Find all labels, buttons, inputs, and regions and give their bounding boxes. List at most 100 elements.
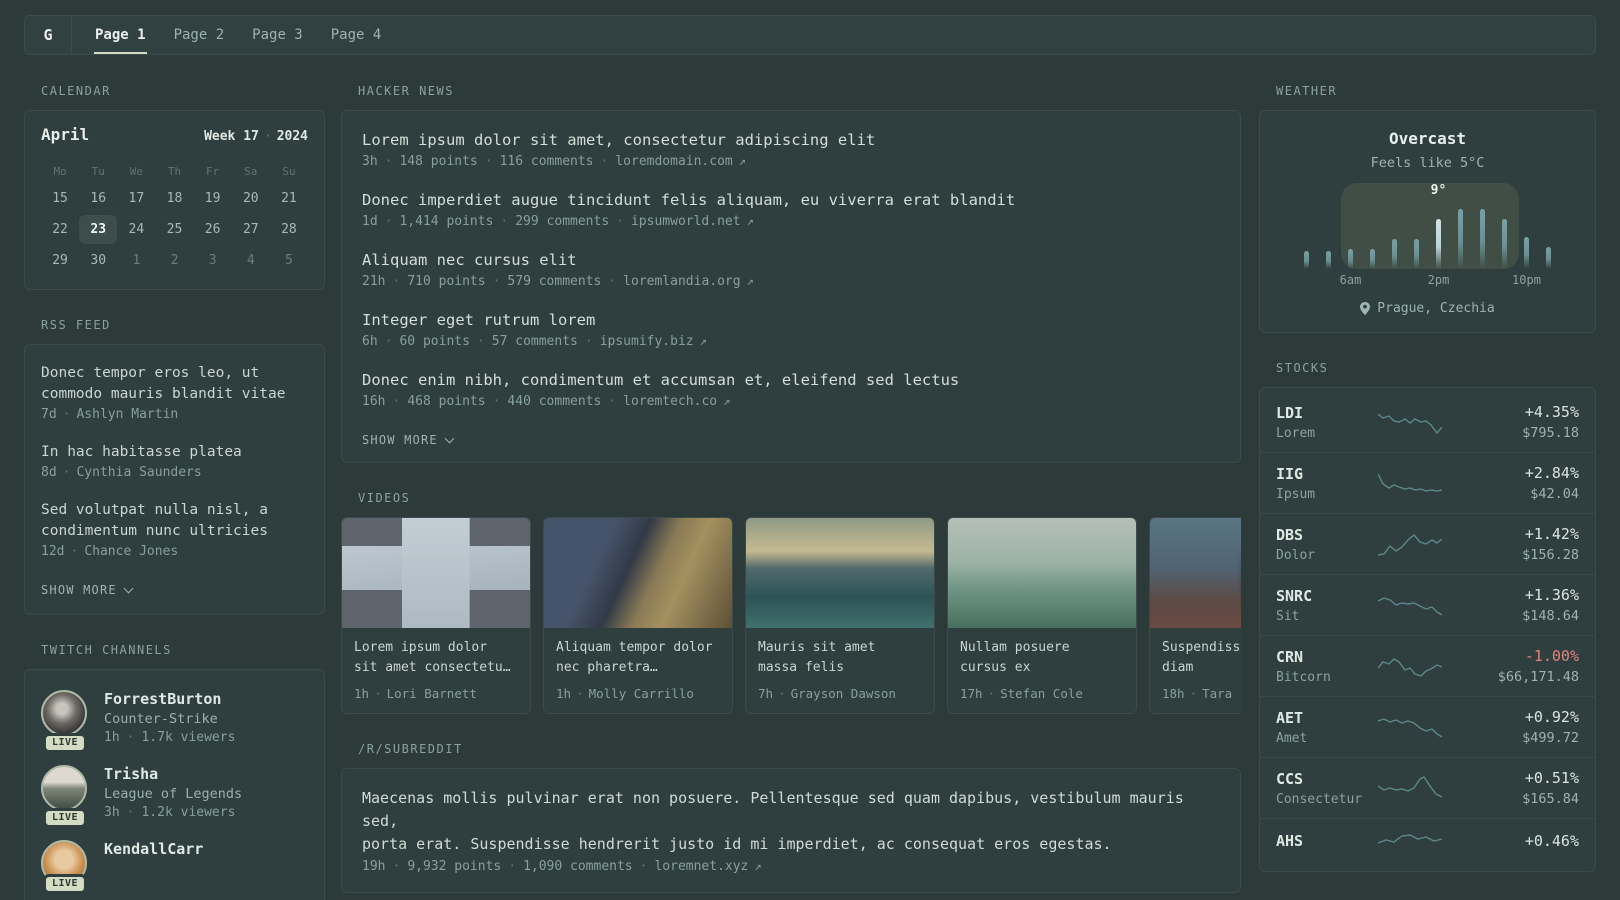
rss-item: Sed volutpat nulla nisl, a condimentum n… (41, 500, 308, 559)
stock-change: +1.42% (1524, 525, 1579, 543)
post-domain-link[interactable]: loremnet.xyz (654, 859, 761, 874)
calendar-day-next-month[interactable]: 1 (117, 246, 155, 275)
stock-row[interactable]: LDI Lorem +4.35% $795.18 (1260, 392, 1595, 452)
left-column: CALENDAR April Week 172024 Mo Tu We Th F… (24, 84, 325, 900)
calendar-day[interactable]: 17 (117, 184, 155, 213)
dashboard-page: G Page 1 Page 2 Page 3 Page 4 CALENDAR A… (0, 0, 1620, 900)
separator-dot (493, 394, 501, 409)
video-card[interactable]: Mauris sit amet massa felis 7h Grayson Da… (745, 517, 935, 714)
hackernews-item-title[interactable]: Donec imperdiet augue tincidunt felis al… (362, 189, 1220, 211)
hackernews-item-meta: 21h 710 points 579 comments loremlandia.org (362, 274, 1220, 289)
calendar-day-selected[interactable]: 23 (79, 215, 118, 244)
stock-price: $165.84 (1522, 791, 1579, 807)
separator-dot (63, 465, 71, 480)
calendar-day[interactable]: 27 (232, 215, 270, 244)
calendar-day[interactable]: 28 (270, 215, 308, 244)
stock-ticker: LDI (1276, 403, 1304, 422)
hackernews-widget: Lorem ipsum dolor sit amet, consectetur … (341, 110, 1241, 463)
stock-row[interactable]: IIG Ipsum +2.84% $42.04 (1260, 452, 1595, 513)
hackernews-show-more-button[interactable]: SHOW MORE (362, 433, 455, 447)
calendar-day[interactable]: 30 (79, 246, 117, 275)
post-comments[interactable]: 1,090 comments (523, 859, 633, 874)
weather-bar (1347, 249, 1353, 269)
stock-row[interactable]: CCS Consectetur +0.51% $165.84 (1260, 757, 1595, 818)
item-comments[interactable]: 299 comments (515, 214, 609, 229)
calendar-day-next-month[interactable]: 5 (270, 246, 308, 275)
twitch-channel-meta: 1h 1.7k viewers (104, 730, 235, 745)
hackernews-item-title[interactable]: Donec enim nibh, condimentum et accumsan… (362, 369, 1220, 391)
item-domain-link[interactable]: loremlandia.org (623, 274, 754, 289)
rss-section-title: RSS FEED (41, 318, 111, 332)
calendar-day[interactable]: 21 (270, 184, 308, 213)
hackernews-item-title[interactable]: Integer eget rutrum lorem (362, 309, 1220, 331)
calendar-day[interactable]: 26 (194, 215, 232, 244)
item-domain-link[interactable]: loremtech.co (623, 394, 730, 409)
item-comments[interactable]: 579 comments (507, 274, 601, 289)
tab-page-3[interactable]: Page 3 (251, 16, 304, 54)
calendar-day[interactable]: 22 (41, 215, 79, 244)
twitch-channel-row[interactable]: LIVE Trisha League of Legends 3h 1.2k vie… (41, 765, 308, 828)
separator-dot (385, 214, 393, 229)
stock-row[interactable]: AET Amet +0.92% $499.72 (1260, 696, 1595, 757)
calendar-day[interactable]: 29 (41, 246, 79, 275)
calendar-day[interactable]: 19 (194, 184, 232, 213)
twitch-section-title: TWITCH CHANNELS (41, 643, 172, 657)
subreddit-post-title[interactable]: Maecenas mollis pulvinar erat non posuer… (362, 787, 1220, 856)
calendar-day[interactable]: 15 (41, 184, 79, 213)
video-card[interactable]: Lorem ipsum dolor sit amet consectetu… 1… (341, 517, 531, 714)
separator-dot (63, 407, 71, 422)
separator-dot (374, 686, 382, 701)
video-card[interactable]: Nullam posuere cursus ex 17h Stefan Cole (947, 517, 1137, 714)
stock-row[interactable]: DBS Dolor +1.42% $156.28 (1260, 513, 1595, 574)
hackernews-item-title[interactable]: Aliquam nec cursus elit (362, 249, 1220, 271)
live-badge: LIVE (42, 733, 88, 753)
twitch-channel-row[interactable]: LIVE KendallCarr (41, 840, 308, 894)
stock-row[interactable]: CRN Bitcorn -1.00% $66,171.48 (1260, 635, 1595, 696)
separator-dot (392, 274, 400, 289)
app-logo[interactable]: G (25, 16, 72, 54)
rss-item-title[interactable]: Sed volutpat nulla nisl, a condimentum n… (41, 500, 308, 542)
video-author: Lori Barnett (386, 686, 477, 701)
stock-values: +0.46% (1442, 832, 1579, 854)
calendar-day[interactable]: 16 (79, 184, 117, 213)
calendar-day[interactable]: 25 (155, 215, 193, 244)
calendar-day-next-month[interactable]: 2 (155, 246, 193, 275)
rss-item-title[interactable]: In hac habitasse platea (41, 442, 308, 463)
subreddit-post: Maecenas mollis pulvinar erat non posuer… (362, 787, 1220, 874)
tab-page-1[interactable]: Page 1 (94, 16, 147, 54)
item-age: 3h (362, 154, 378, 169)
stock-sparkline (1378, 413, 1442, 435)
calendar-day-next-month[interactable]: 3 (194, 246, 232, 275)
twitch-channel-row[interactable]: LIVE ForrestBurton Counter-Strike 1h 1.7k… (41, 690, 308, 753)
video-card[interactable]: Aliquam tempor dolor nec pharetra… 1h Mol… (543, 517, 733, 714)
stock-row[interactable]: AHS +0.46% (1260, 818, 1595, 867)
stock-row[interactable]: SNRC Sit +1.36% $148.64 (1260, 574, 1595, 635)
video-info: Aliquam tempor dolor nec pharetra… 1h Mol… (544, 628, 732, 713)
subreddit-section-title: /R/SUBREDDIT (358, 742, 463, 756)
item-domain-link[interactable]: loremdomain.com (615, 154, 746, 169)
item-comments[interactable]: 440 comments (507, 394, 601, 409)
hackernews-item-title[interactable]: Lorem ipsum dolor sit amet, consectetur … (362, 129, 1220, 151)
tab-page-4[interactable]: Page 4 (330, 16, 383, 54)
weather-location: Prague, Czechia (1276, 301, 1579, 316)
video-card[interactable]: Suspendisse diam 18h Tara (1149, 517, 1241, 714)
video-age: 1h (556, 686, 572, 701)
hackernews-item-meta: 1d 1,414 points 299 comments ipsumworld.net (362, 214, 1220, 229)
stock-id: SNRC Sit (1276, 587, 1378, 624)
item-domain-link[interactable]: ipsumify.biz (600, 334, 707, 349)
tab-page-2[interactable]: Page 2 (173, 16, 226, 54)
calendar-day[interactable]: 18 (155, 184, 193, 213)
current-temp-label: 9° (1430, 183, 1447, 198)
rss-show-more-button[interactable]: SHOW MORE (41, 583, 134, 597)
hackernews-item: Donec imperdiet augue tincidunt felis al… (362, 189, 1220, 229)
item-domain-link[interactable]: ipsumworld.net (631, 214, 754, 229)
calendar-day[interactable]: 20 (232, 184, 270, 213)
weather-feels-like: Feels like 5°C (1370, 155, 1485, 171)
rss-item-title[interactable]: Donec tempor eros leo, ut commodo mauris… (41, 363, 308, 405)
calendar-day-next-month[interactable]: 4 (232, 246, 270, 275)
item-comments[interactable]: 116 comments (500, 154, 594, 169)
calendar-day[interactable]: 24 (117, 215, 155, 244)
item-comments[interactable]: 57 comments (492, 334, 578, 349)
separator-dot (601, 154, 609, 169)
stock-ticker: IIG (1276, 464, 1304, 483)
